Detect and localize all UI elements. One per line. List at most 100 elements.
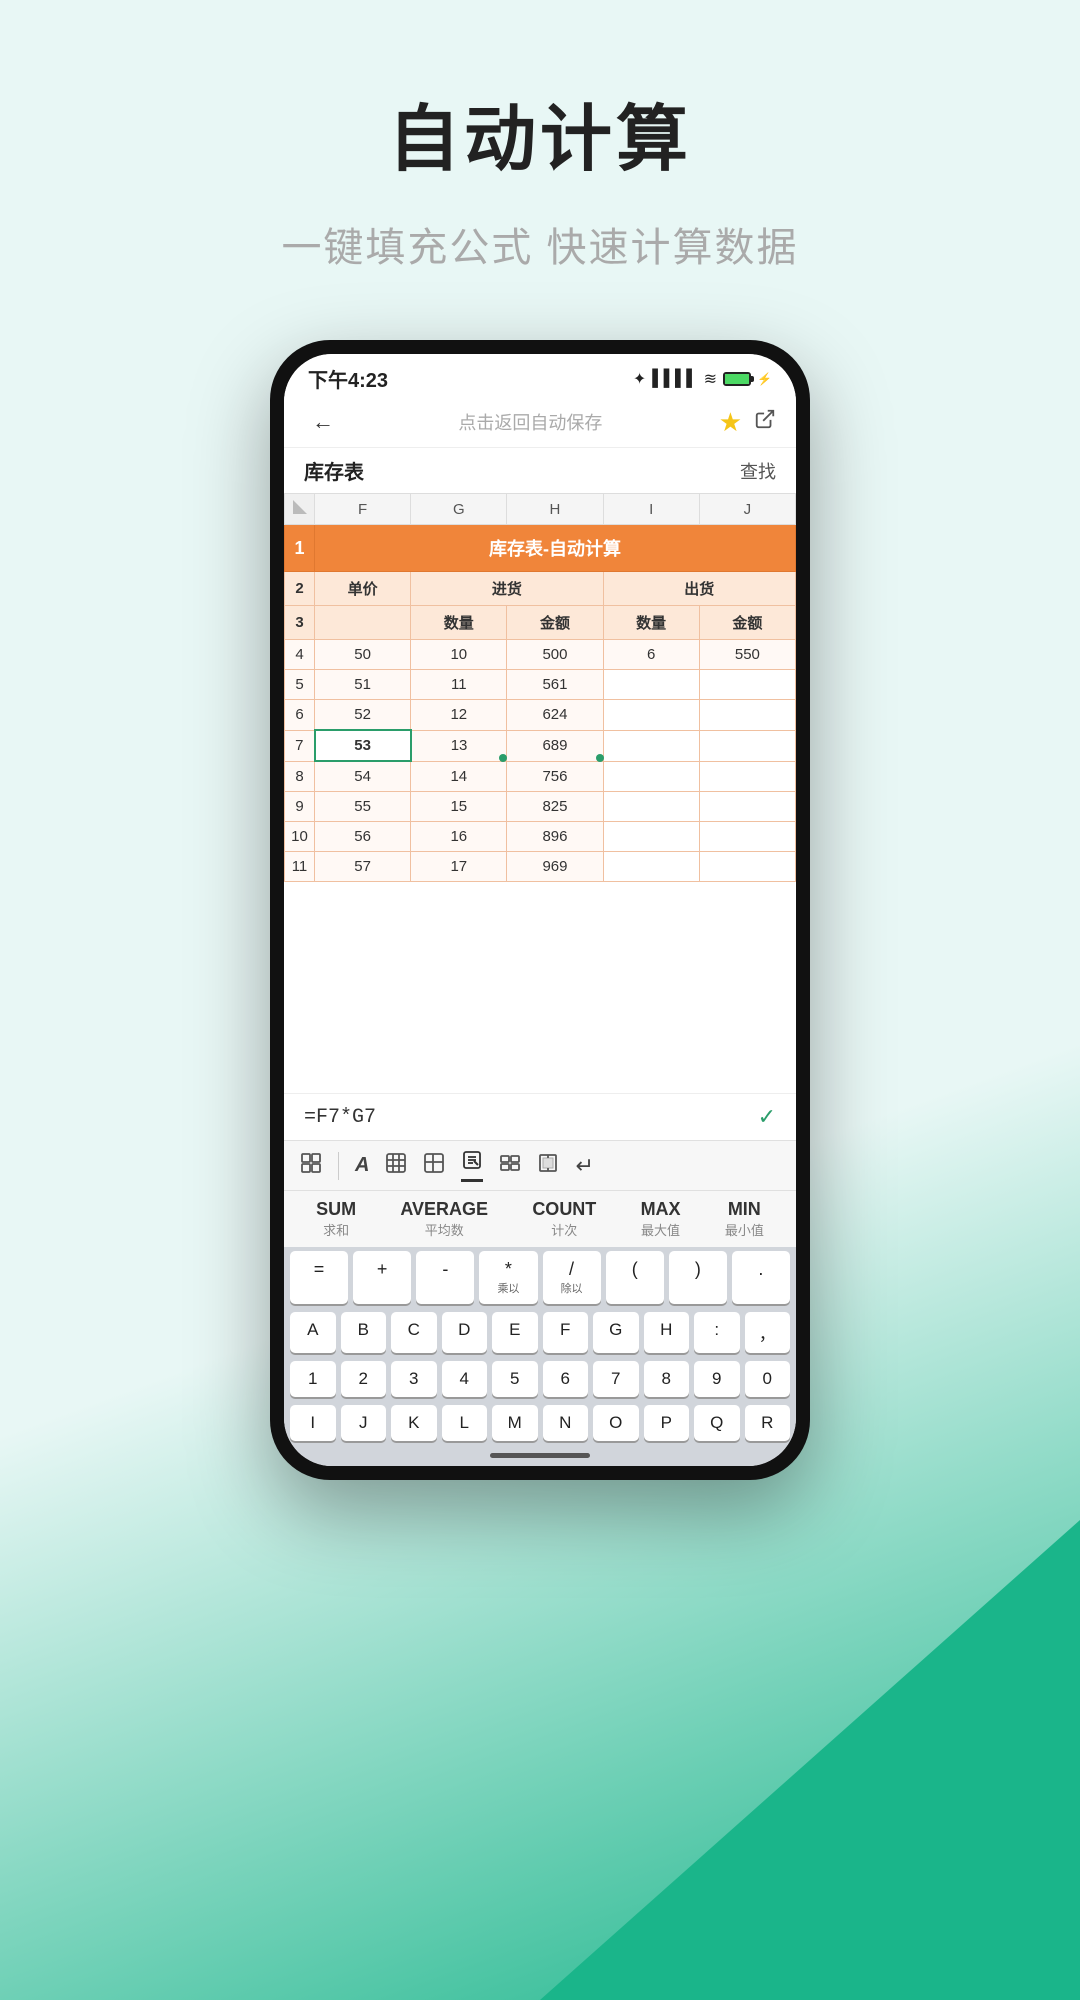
cell-g6[interactable]: 12 <box>411 700 507 731</box>
star-icon[interactable]: ★ <box>719 407 742 438</box>
cell-h6[interactable]: 624 <box>507 700 603 731</box>
key-2[interactable]: 2 <box>341 1361 387 1397</box>
key-close-paren[interactable]: ) <box>669 1251 727 1304</box>
key-F[interactable]: F <box>543 1312 589 1353</box>
cell-g4[interactable]: 10 <box>411 640 507 670</box>
key-minus[interactable]: - <box>416 1251 474 1304</box>
back-button[interactable]: ← <box>304 405 342 439</box>
key-H[interactable]: H <box>644 1312 690 1353</box>
cell-f7[interactable]: 53 <box>315 730 411 761</box>
max-button[interactable]: MAX 最大值 <box>641 1199 681 1239</box>
key-comma[interactable]: ， <box>745 1312 791 1353</box>
key-open-paren[interactable]: ( <box>606 1251 664 1304</box>
cell-f8[interactable]: 54 <box>315 761 411 792</box>
key-dot[interactable]: . <box>732 1251 790 1304</box>
cell-f5[interactable]: 51 <box>315 670 411 700</box>
key-multiply[interactable]: *乘以 <box>479 1251 537 1304</box>
cell-f9[interactable]: 55 <box>315 792 411 822</box>
cell-i2[interactable]: 出货 <box>603 572 795 606</box>
confirm-icon[interactable]: ✓ <box>758 1104 776 1130</box>
cell-g7[interactable]: 13 <box>411 730 507 761</box>
key-J[interactable]: J <box>341 1405 387 1441</box>
cell-g3[interactable]: 数量 <box>411 606 507 640</box>
cell-h3[interactable]: 金额 <box>507 606 603 640</box>
cell-j4[interactable]: 550 <box>699 640 795 670</box>
cell-f6[interactable]: 52 <box>315 700 411 731</box>
formula-text[interactable]: =F7*G7 <box>304 1106 376 1129</box>
key-L[interactable]: L <box>442 1405 488 1441</box>
key-P[interactable]: P <box>644 1405 690 1441</box>
merge-icon[interactable] <box>499 1152 521 1180</box>
cell-i4[interactable]: 6 <box>603 640 699 670</box>
enter-icon[interactable]: ↵ <box>575 1153 593 1179</box>
table-icon[interactable] <box>385 1152 407 1180</box>
key-equals[interactable]: = <box>290 1251 348 1304</box>
border-icon[interactable] <box>537 1152 559 1180</box>
key-0[interactable]: 0 <box>745 1361 791 1397</box>
sum-button[interactable]: SUM 求和 <box>316 1199 356 1239</box>
cell-h8[interactable]: 756 <box>507 761 603 792</box>
cell-j5[interactable] <box>699 670 795 700</box>
key-K[interactable]: K <box>391 1405 437 1441</box>
key-8[interactable]: 8 <box>644 1361 690 1397</box>
cell-g8[interactable]: 14 <box>411 761 507 792</box>
key-A[interactable]: A <box>290 1312 336 1353</box>
key-Q[interactable]: Q <box>694 1405 740 1441</box>
cell-f10[interactable]: 56 <box>315 822 411 852</box>
cell-g5[interactable]: 11 <box>411 670 507 700</box>
average-button[interactable]: AVERAGE 平均数 <box>400 1199 488 1239</box>
cell-f2[interactable]: 单价 <box>315 572 411 606</box>
key-O[interactable]: O <box>593 1405 639 1441</box>
key-B[interactable]: B <box>341 1312 387 1353</box>
key-3[interactable]: 3 <box>391 1361 437 1397</box>
cell-h11[interactable]: 969 <box>507 852 603 882</box>
key-6[interactable]: 6 <box>543 1361 589 1397</box>
cell-j7[interactable] <box>699 730 795 761</box>
key-I[interactable]: I <box>290 1405 336 1441</box>
cell-format-icon[interactable] <box>423 1152 445 1180</box>
cell-h4[interactable]: 500 <box>507 640 603 670</box>
cell-j9[interactable] <box>699 792 795 822</box>
cell-i11[interactable] <box>603 852 699 882</box>
cell-h9[interactable]: 825 <box>507 792 603 822</box>
key-G[interactable]: G <box>593 1312 639 1353</box>
cell-j3[interactable]: 金额 <box>699 606 795 640</box>
key-plus[interactable]: + <box>353 1251 411 1304</box>
grid-icon[interactable] <box>300 1152 322 1180</box>
cell-i9[interactable] <box>603 792 699 822</box>
cell-f3[interactable] <box>315 606 411 640</box>
cell-f11[interactable]: 57 <box>315 852 411 882</box>
key-M[interactable]: M <box>492 1405 538 1441</box>
key-divide[interactable]: /除以 <box>543 1251 601 1304</box>
cell-j11[interactable] <box>699 852 795 882</box>
key-4[interactable]: 4 <box>442 1361 488 1397</box>
cell-f4[interactable]: 50 <box>315 640 411 670</box>
key-5[interactable]: 5 <box>492 1361 538 1397</box>
cell-g2[interactable]: 进货 <box>411 572 603 606</box>
cell-j6[interactable] <box>699 700 795 731</box>
cell-g11[interactable]: 17 <box>411 852 507 882</box>
formula-icon[interactable] <box>461 1149 483 1182</box>
cell-i5[interactable] <box>603 670 699 700</box>
key-7[interactable]: 7 <box>593 1361 639 1397</box>
key-E[interactable]: E <box>492 1312 538 1353</box>
cell-i3[interactable]: 数量 <box>603 606 699 640</box>
cell-h7[interactable]: 689 <box>507 730 603 761</box>
min-button[interactable]: MIN 最小值 <box>725 1199 764 1239</box>
cell-g9[interactable]: 15 <box>411 792 507 822</box>
key-C[interactable]: C <box>391 1312 437 1353</box>
cell-j8[interactable] <box>699 761 795 792</box>
key-1[interactable]: 1 <box>290 1361 336 1397</box>
key-N[interactable]: N <box>543 1405 589 1441</box>
key-D[interactable]: D <box>442 1312 488 1353</box>
cell-i6[interactable] <box>603 700 699 731</box>
key-9[interactable]: 9 <box>694 1361 740 1397</box>
find-button[interactable]: 查找 <box>740 458 776 484</box>
cell-h10[interactable]: 896 <box>507 822 603 852</box>
key-colon[interactable]: : <box>694 1312 740 1353</box>
key-R[interactable]: R <box>745 1405 791 1441</box>
cell-h5[interactable]: 561 <box>507 670 603 700</box>
cell-g10[interactable]: 16 <box>411 822 507 852</box>
count-button[interactable]: COUNT 计次 <box>532 1199 596 1239</box>
cell-i7[interactable] <box>603 730 699 761</box>
